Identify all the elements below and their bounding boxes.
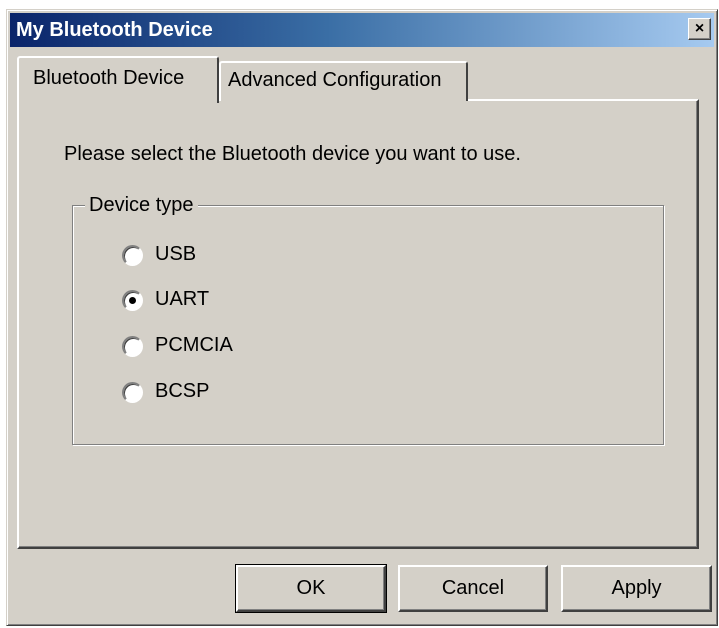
title-bar[interactable]: My Bluetooth Device × [10,13,714,47]
close-icon: × [694,20,705,37]
window-title: My Bluetooth Device [16,19,213,41]
tab-panel [17,99,699,549]
tab-label: Bluetooth Device [33,67,185,89]
tab-advanced-configuration[interactable]: Advanced Configuration [219,61,468,101]
apply-button[interactable]: Apply [561,565,712,612]
close-button[interactable]: × [688,18,711,40]
ok-button[interactable]: OK [235,564,387,613]
cancel-button[interactable]: Cancel [398,565,548,612]
tab-bluetooth-device[interactable]: Bluetooth Device [17,56,219,103]
tab-label: Advanced Configuration [228,69,442,91]
